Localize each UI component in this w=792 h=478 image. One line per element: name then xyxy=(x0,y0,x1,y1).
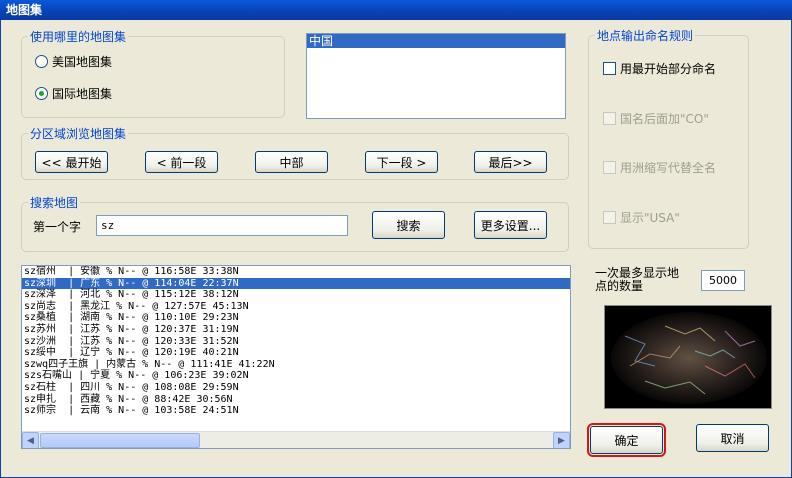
checkbox-abbrev-state: 用洲缩写代替全名 xyxy=(603,159,716,176)
scroll-right-icon[interactable]: ▶ xyxy=(553,432,570,448)
checkbox-first-part-box[interactable] xyxy=(603,62,616,75)
result-row[interactable]: sz桑植 | 湖南 % N-- @ 110:10E 29:23N xyxy=(22,312,570,324)
horizontal-scrollbar[interactable]: ◀ ▶ xyxy=(22,431,570,448)
naming-rules-legend: 地点输出命名规则 xyxy=(597,29,694,43)
radio-us-atlas-dot[interactable] xyxy=(35,55,48,68)
result-row[interactable]: sz深圳 | 广东 % N-- @ 114:04E 22:37N xyxy=(22,277,570,290)
search-button[interactable]: 搜索 xyxy=(372,211,445,239)
result-row[interactable]: sz绥中 | 辽宁 % N-- @ 120:19E 40:21N xyxy=(22,347,570,359)
checkbox-abbrev-state-box xyxy=(603,161,616,174)
checkbox-abbrev-state-label: 用洲缩写代替全名 xyxy=(620,161,717,175)
list-item-country[interactable]: 中国 xyxy=(307,34,565,48)
max-display-label: 一次最多显示地点的数量 xyxy=(595,266,680,293)
search-legend: 搜索地图 xyxy=(30,196,79,210)
result-row[interactable]: sz石柱 | 四川 % N-- @ 108:08E 29:59N xyxy=(22,382,570,394)
prev-button[interactable]: < 前一段 xyxy=(145,151,218,173)
more-settings-button[interactable]: 更多设置... xyxy=(474,211,547,239)
scroll-thumb[interactable] xyxy=(40,433,200,448)
first-char-label: 第一个字 xyxy=(33,220,82,234)
checkbox-first-part-label: 用最开始部分命名 xyxy=(620,62,717,76)
result-row[interactable]: sz师宗 | 云南 % N-- @ 103:58E 24:51N xyxy=(22,405,570,417)
ok-button[interactable]: 确定 xyxy=(587,423,666,457)
radio-us-atlas[interactable]: 美国地图集 xyxy=(35,53,112,70)
result-row[interactable]: sz申扎 | 西藏 % N-- @ 88:42E 30:56N xyxy=(22,394,570,406)
middle-button[interactable]: 中部 xyxy=(255,151,328,173)
max-display-input[interactable] xyxy=(701,270,745,291)
country-listbox[interactable]: 中国 xyxy=(306,33,566,119)
checkbox-show-usa-box xyxy=(603,211,616,224)
atlas-source-legend: 使用哪里的地图集 xyxy=(30,30,127,44)
results-list[interactable]: sz宿州 | 安徽 % N-- @ 116:58E 33:38N sz深圳 | 广… xyxy=(21,265,571,449)
checkbox-append-co-label: 国名后面加"CO" xyxy=(620,112,709,126)
radio-intl-atlas-label: 国际地图集 xyxy=(52,87,113,101)
radio-intl-atlas-dot[interactable] xyxy=(35,87,48,100)
map-preview-art xyxy=(605,306,771,408)
result-row[interactable]: sz沙洲 | 江苏 % N-- @ 120:33E 31:52N xyxy=(22,336,570,348)
results-rows: sz宿州 | 安徽 % N-- @ 116:58E 33:38N sz深圳 | 广… xyxy=(22,266,570,417)
dialog-body: 使用哪里的地图集 美国地图集 国际地图集 中国 地点输出命名规则 用最开始部分命… xyxy=(0,20,792,478)
map-preview-image xyxy=(604,305,772,409)
result-row[interactable]: szs石嘴山 | 宁夏 % N-- @ 106:23E 39:02N xyxy=(22,370,570,382)
checkbox-append-co-box xyxy=(603,112,616,125)
result-row[interactable]: sz宿州 | 安徽 % N-- @ 116:58E 33:38N xyxy=(22,266,570,278)
checkbox-first-part[interactable]: 用最开始部分命名 xyxy=(603,60,716,77)
checkbox-show-usa-label: 显示"USA" xyxy=(620,211,680,225)
atlas-source-group: 使用哪里的地图集 xyxy=(21,28,285,118)
search-input[interactable] xyxy=(96,215,348,236)
radio-us-atlas-label: 美国地图集 xyxy=(52,55,113,69)
result-row[interactable]: sz苏州 | 江苏 % N-- @ 120:37E 31:19N xyxy=(22,324,570,336)
last-button[interactable]: 最后>> xyxy=(474,151,547,173)
radio-intl-atlas[interactable]: 国际地图集 xyxy=(35,85,112,102)
window-title: 地图集 xyxy=(0,0,792,20)
result-row[interactable]: sz深泽 | 河北 % N-- @ 115:12E 38:12N xyxy=(22,289,570,301)
checkbox-append-co: 国名后面加"CO" xyxy=(603,110,709,127)
scroll-left-icon[interactable]: ◀ xyxy=(22,432,39,448)
result-row[interactable]: sz尚志 | 黑龙江 % N-- @ 127:57E 45:13N xyxy=(22,301,570,313)
result-row[interactable]: szwq四子王旗 | 内蒙古 % N-- @ 111:41E 41:22N xyxy=(22,359,570,371)
checkbox-show-usa: 显示"USA" xyxy=(603,209,680,226)
first-button[interactable]: << 最开始 xyxy=(35,151,108,173)
cancel-button[interactable]: 取消 xyxy=(696,424,769,452)
next-button[interactable]: 下一段 > xyxy=(365,151,438,173)
browse-legend: 分区域浏览地图集 xyxy=(30,127,127,141)
